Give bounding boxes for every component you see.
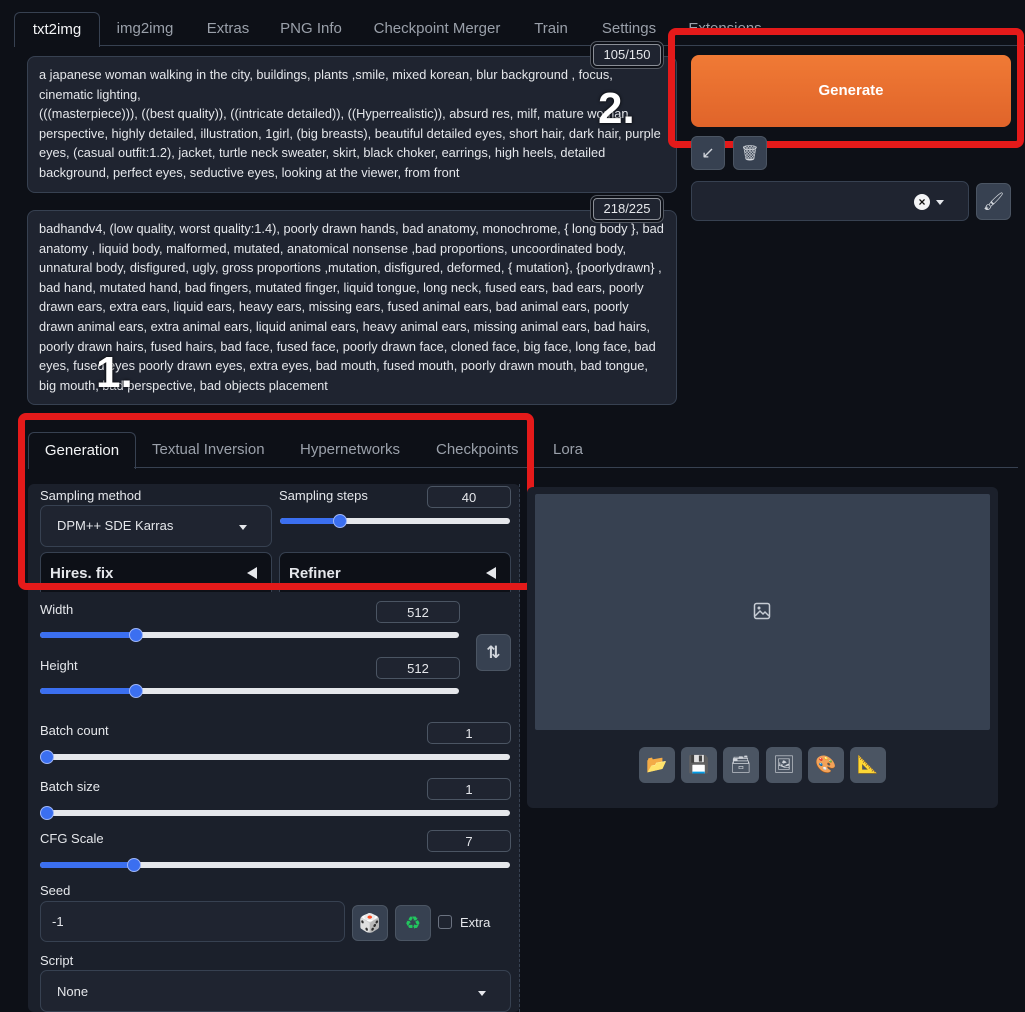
picture-icon: 🖼 (773, 755, 795, 774)
tab-checkpoint-merger[interactable]: Checkpoint Merger (364, 12, 510, 46)
seed-value: -1 (52, 914, 64, 929)
palette-icon: 🎨 (815, 755, 837, 774)
annotation-box-2 (668, 28, 1024, 148)
batch-count-slider[interactable] (40, 750, 510, 764)
tab-lora[interactable]: Lora (553, 432, 583, 468)
prompt-token-counter: 105/150 (590, 41, 664, 69)
clear-x-icon[interactable]: × (914, 194, 930, 210)
annotation-box-1 (18, 413, 534, 590)
slider-thumb[interactable] (127, 858, 141, 872)
extra-seed-label: Extra (460, 915, 491, 930)
recycle-icon: ♻ (404, 912, 422, 933)
trash-icon: 🗑 (740, 145, 760, 162)
swap-arrows-icon: ⇅ (486, 642, 501, 662)
read-params-button[interactable]: ↙ (691, 136, 725, 170)
styles-dropdown[interactable]: × (691, 181, 969, 221)
archive-icon: 🗃 (730, 755, 752, 774)
cfg-scale-label: CFG Scale (40, 831, 104, 846)
tab-png-info[interactable]: PNG Info (272, 12, 350, 46)
tab-train[interactable]: Train (524, 12, 578, 46)
random-seed-button[interactable]: 🎲 (352, 905, 388, 941)
open-folder-button[interactable]: 📂 (639, 747, 675, 783)
slider-fill (40, 862, 134, 868)
width-slider[interactable] (40, 628, 459, 642)
cfg-scale-input[interactable]: 7 (427, 830, 511, 852)
negative-token-count: 218/225 (593, 198, 661, 220)
folder-icon: 📂 (646, 755, 668, 774)
send-to-extras-button[interactable]: 📐 (850, 747, 886, 783)
send-to-inpaint-button[interactable]: 🎨 (808, 747, 844, 783)
tab-img2img[interactable]: img2img (106, 12, 184, 46)
batch-size-input[interactable]: 1 (427, 778, 511, 800)
batch-count-label: Batch count (40, 723, 109, 738)
arrow-down-left-icon: ↙ (701, 145, 715, 162)
image-output-area (535, 494, 990, 730)
height-slider[interactable] (40, 684, 459, 698)
tab-extras[interactable]: Extras (198, 12, 258, 46)
save-button[interactable]: 💾 (681, 747, 717, 783)
prompt-token-count: 105/150 (593, 44, 661, 66)
swap-dimensions-button[interactable]: ⇅ (476, 634, 511, 671)
script-value: None (57, 984, 89, 999)
negative-token-counter: 218/225 (590, 195, 664, 223)
tab-txt2img[interactable]: txt2img (14, 12, 100, 47)
width-label: Width (40, 602, 74, 617)
seed-input[interactable]: -1 (40, 901, 345, 942)
floppy-disk-icon: 💾 (688, 755, 710, 774)
script-label: Script (40, 953, 74, 968)
image-placeholder-icon (753, 602, 771, 620)
annotation-number-1: 1. (96, 348, 133, 397)
seed-label: Seed (40, 883, 71, 898)
paintbrush-icon: 🖌 (982, 191, 1005, 211)
slider-thumb[interactable] (40, 806, 54, 820)
send-to-img2img-button[interactable]: 🖼 (766, 747, 802, 783)
edit-styles-button[interactable]: 🖌 (976, 183, 1011, 220)
width-input[interactable]: 512 (376, 601, 460, 623)
reuse-seed-button[interactable]: ♻ (395, 905, 431, 941)
slider-fill (40, 632, 137, 638)
slider-fill (40, 688, 137, 694)
cfg-scale-slider[interactable] (40, 858, 510, 872)
clear-prompt-button[interactable]: 🗑 (733, 136, 767, 170)
prompt-textarea[interactable]: a japanese woman walking in the city, bu… (27, 56, 677, 193)
batch-size-label: Batch size (40, 779, 100, 794)
extra-seed-checkbox[interactable] (438, 915, 452, 929)
height-input[interactable]: 512 (376, 657, 460, 679)
annotation-number-2: 2. (598, 84, 635, 133)
batch-size-slider[interactable] (40, 806, 510, 820)
slider-thumb[interactable] (40, 750, 54, 764)
triangle-ruler-icon: 📐 (857, 755, 879, 774)
script-dropdown[interactable]: None (40, 970, 511, 1012)
zip-button[interactable]: 🗃 (723, 747, 759, 783)
height-label: Height (40, 658, 78, 673)
batch-count-input[interactable]: 1 (427, 722, 511, 744)
chevron-down-icon (478, 991, 486, 996)
chevron-down-icon (936, 200, 944, 205)
dice-icon: 🎲 (358, 912, 382, 933)
